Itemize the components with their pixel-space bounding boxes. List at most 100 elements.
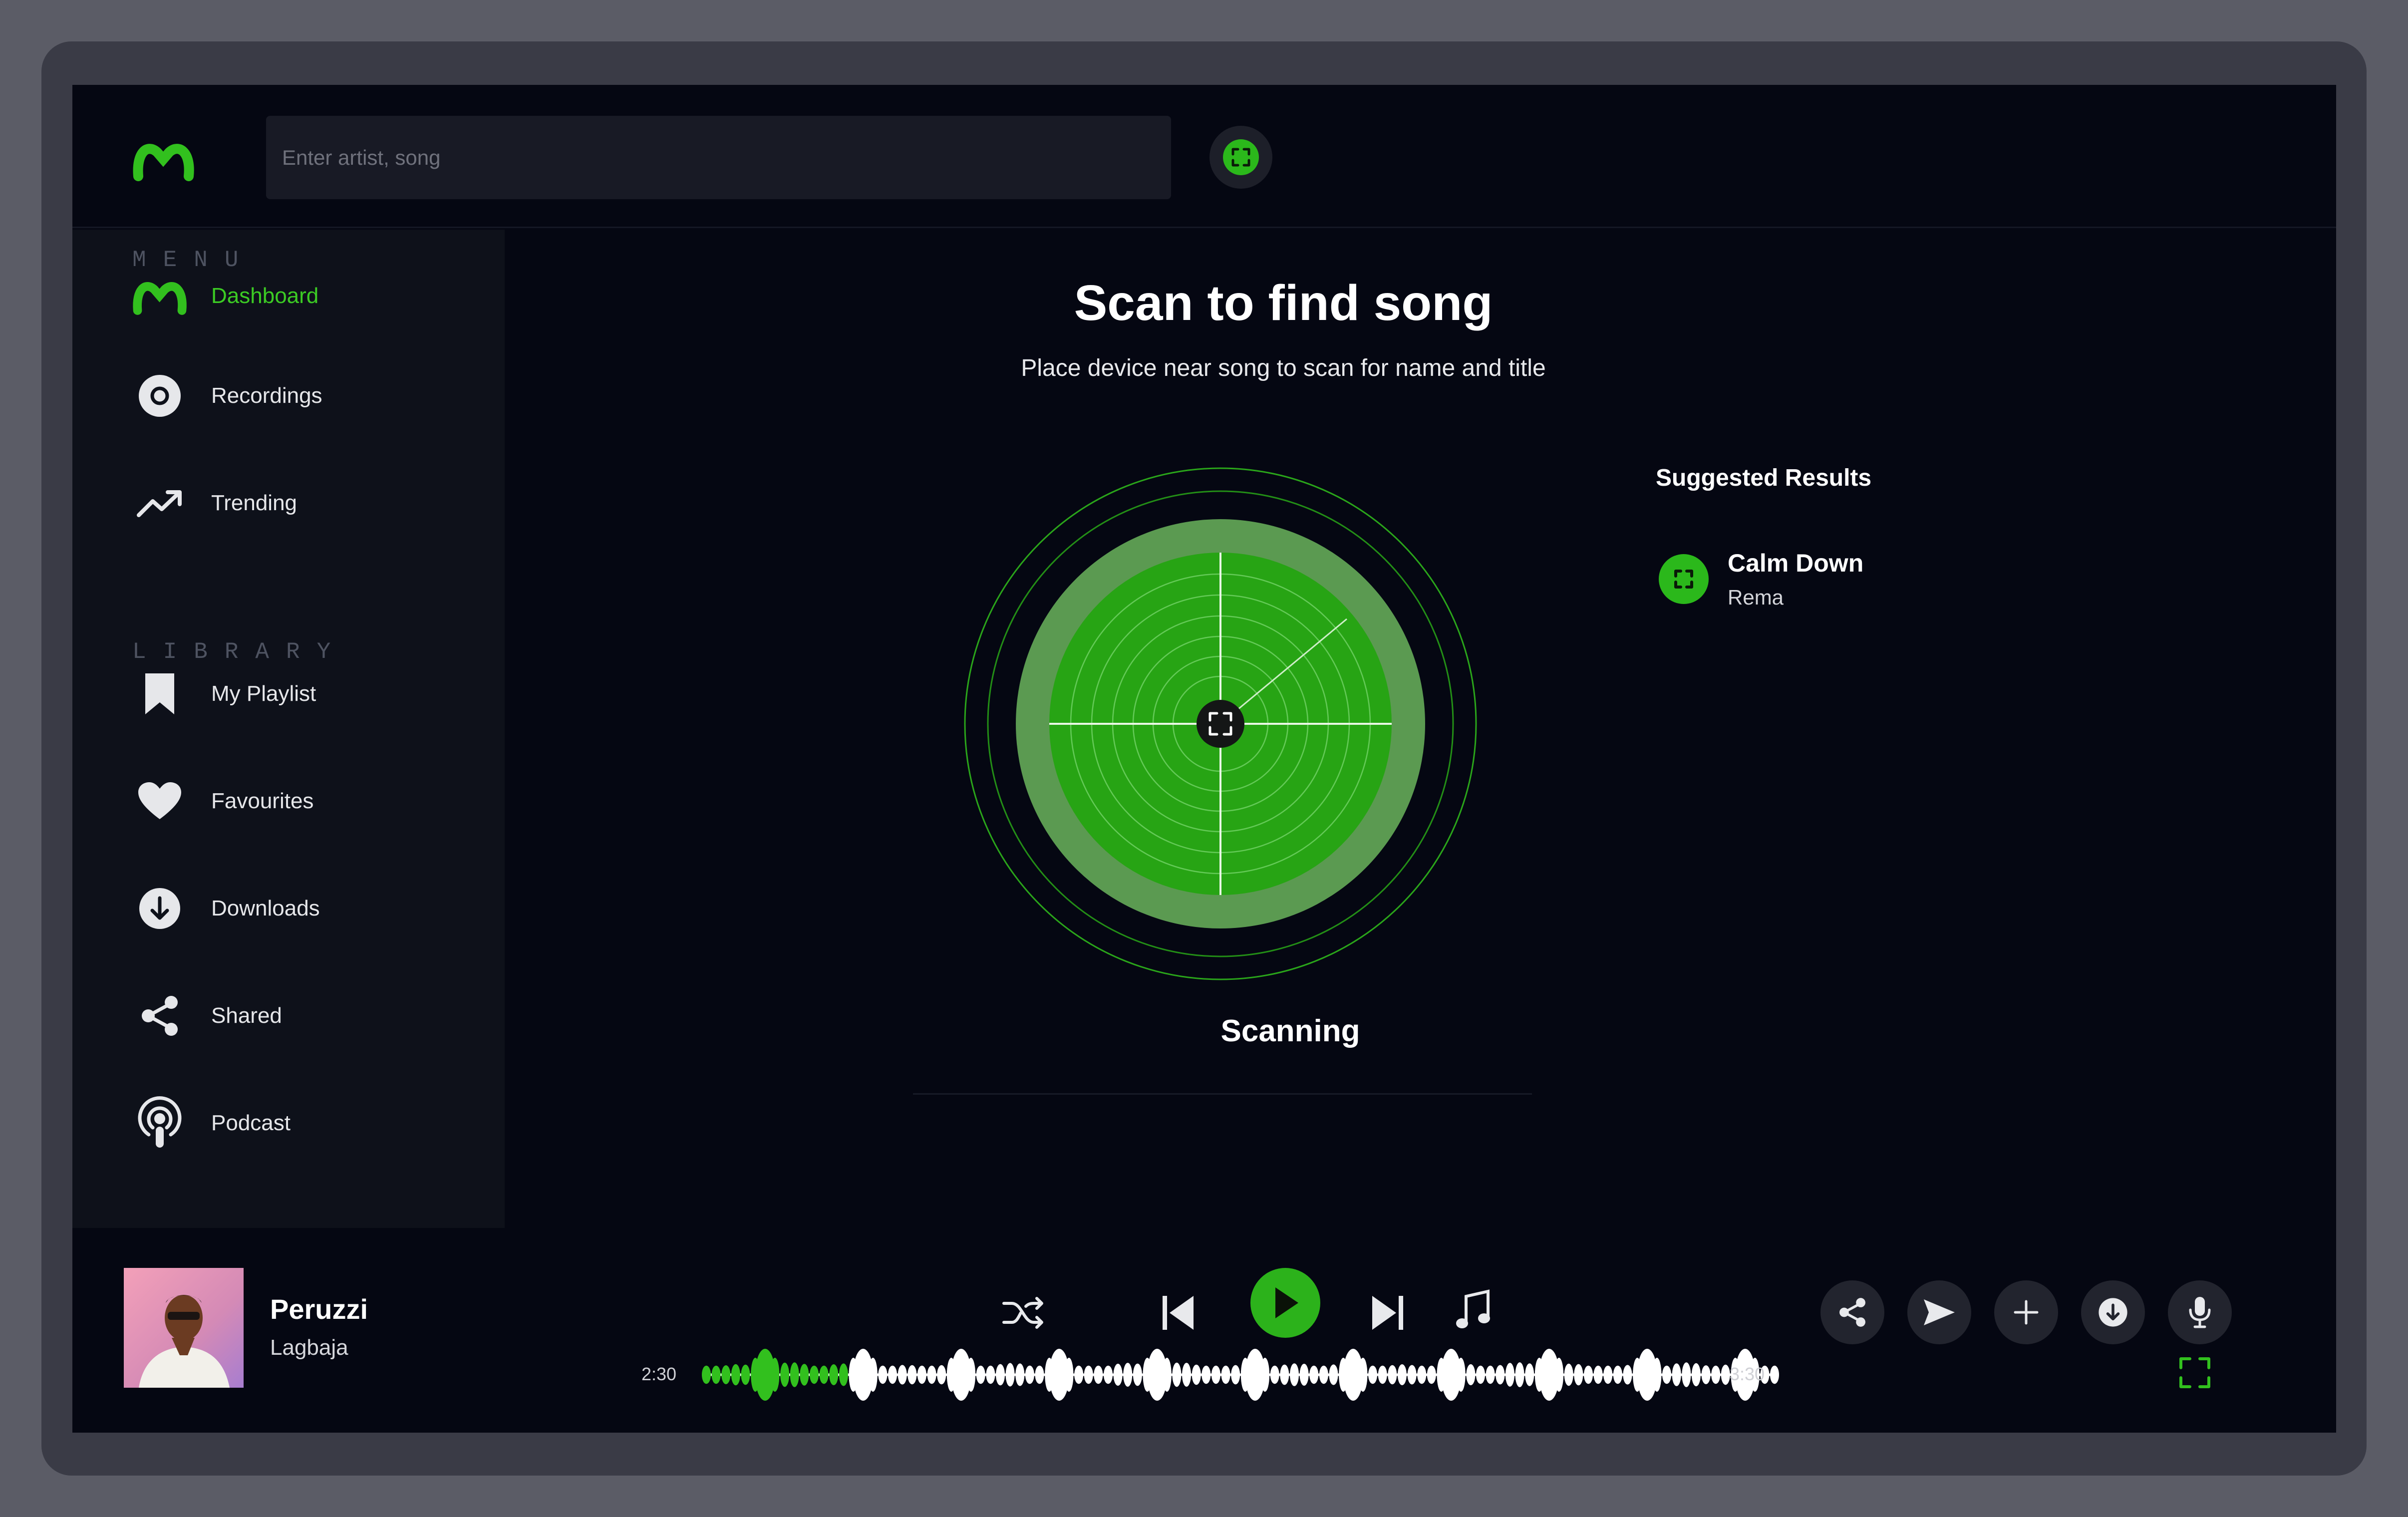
play-button[interactable] <box>1250 1268 1320 1338</box>
waveform-bar <box>1358 1358 1368 1392</box>
waveform-bar <box>1505 1363 1514 1387</box>
microphone-button[interactable] <box>2168 1280 2232 1344</box>
waveform-bar <box>1280 1364 1289 1385</box>
suggested-song-title: Calm Down <box>1728 549 1864 577</box>
waveform-bar <box>1721 1364 1730 1385</box>
podcast-icon <box>138 1096 182 1148</box>
waveform-bar <box>1084 1365 1093 1384</box>
waveform-bar <box>1554 1358 1564 1392</box>
waveform-bar <box>702 1365 711 1384</box>
waveform-bar <box>937 1365 946 1385</box>
previous-icon <box>1163 1296 1194 1330</box>
sidebar-item-dashboard[interactable]: Dashboard <box>132 269 482 323</box>
waveform-bar <box>1486 1365 1495 1384</box>
waveform-bar <box>1770 1365 1779 1384</box>
scan-button[interactable] <box>1209 126 1272 189</box>
sidebar-item-label: Dashboard <box>211 284 319 308</box>
plus-icon <box>2014 1300 2039 1325</box>
waveform-bar <box>898 1365 907 1385</box>
add-button[interactable] <box>1994 1280 2058 1344</box>
waveform-bar <box>1407 1365 1417 1385</box>
bookmark-icon <box>145 673 174 714</box>
waveform-bar <box>1035 1365 1044 1384</box>
m-logo-icon <box>133 282 187 315</box>
time-total: 3:30 <box>1730 1364 1765 1384</box>
share-button[interactable] <box>1820 1280 1884 1344</box>
waveform-bar <box>1319 1365 1328 1384</box>
next-button[interactable] <box>1360 1285 1415 1340</box>
waveform-bar <box>1603 1365 1613 1384</box>
suggested-song-artist: Rema <box>1728 586 1784 609</box>
shuffle-button[interactable] <box>996 1285 1051 1340</box>
waveform-bar <box>1202 1365 1211 1384</box>
waveform-bar <box>741 1364 750 1385</box>
waveform-bar <box>780 1362 790 1387</box>
share-icon <box>1839 1298 1865 1327</box>
waveform-bar <box>1329 1364 1338 1385</box>
suggested-results-title: Suggested Results <box>1656 465 1872 491</box>
waveform-bar <box>1104 1365 1113 1384</box>
lyrics-button[interactable] <box>1445 1283 1500 1338</box>
waveform-bar <box>819 1365 829 1384</box>
waveform-bar <box>1005 1363 1015 1387</box>
sidebar: MENU Dashboard Recordings Trending LIBRA… <box>72 230 505 1228</box>
album-art <box>124 1268 244 1388</box>
waveform-bar <box>1064 1358 1074 1392</box>
send-button[interactable] <box>1907 1280 1971 1344</box>
waveform-bar <box>878 1365 888 1384</box>
waveform-bar <box>1682 1362 1691 1387</box>
waveform-bar <box>1015 1363 1025 1386</box>
waveform-bar <box>986 1365 995 1384</box>
waveform-bar <box>1231 1365 1240 1385</box>
scan-status: Scanning <box>1220 1014 1360 1048</box>
waveform-bar <box>1417 1365 1427 1384</box>
sidebar-item-label: Favourites <box>211 789 314 813</box>
waveform-bar <box>1221 1365 1230 1384</box>
waveform-bar <box>1388 1365 1397 1385</box>
waveform-bar <box>1593 1365 1603 1384</box>
sidebar-item-shared[interactable]: Shared <box>132 988 482 1043</box>
waveform-bar <box>1123 1363 1133 1387</box>
sidebar-item-podcast[interactable]: Podcast <box>132 1096 482 1151</box>
waveform-bar <box>1662 1365 1671 1384</box>
waveform-bar <box>1672 1363 1681 1386</box>
waveform-bar <box>1525 1363 1534 1386</box>
waveform-bar <box>1515 1362 1524 1387</box>
sidebar-item-favourites[interactable]: Favourites <box>132 774 482 829</box>
radar-scanner <box>964 467 1477 980</box>
heart-icon <box>138 782 181 819</box>
search-input[interactable] <box>266 116 1171 199</box>
sidebar-item-label: Downloads <box>211 896 320 920</box>
download-button[interactable] <box>2081 1280 2145 1344</box>
waveform-bar <box>1701 1365 1711 1384</box>
sidebar-item-downloads[interactable]: Downloads <box>132 881 482 936</box>
waveform-bar <box>770 1358 780 1392</box>
waveform-bar <box>917 1365 926 1384</box>
waveform-bar <box>1162 1358 1172 1392</box>
waveform-bar <box>1211 1365 1220 1384</box>
waveform-bar <box>1378 1365 1387 1384</box>
waveform-bar <box>1496 1365 1505 1385</box>
scan-icon[interactable] <box>1197 700 1244 748</box>
previous-button[interactable] <box>1151 1285 1205 1340</box>
waveform-bar <box>790 1362 799 1387</box>
waveform-bar <box>888 1365 897 1384</box>
waveform-bar <box>1613 1365 1622 1384</box>
sidebar-item-label: Recordings <box>211 383 322 408</box>
page-subtitle: Place device near song to scan for name … <box>1021 355 1546 381</box>
send-icon <box>1924 1299 1955 1325</box>
scan-icon <box>1674 570 1693 589</box>
m-logo-icon[interactable] <box>132 137 195 182</box>
share-icon <box>142 996 178 1036</box>
sidebar-item-trending[interactable]: Trending <box>132 476 482 531</box>
now-playing-title: Peruzzi <box>270 1293 368 1325</box>
sidebar-item-my-playlist[interactable]: My Playlist <box>132 666 482 721</box>
scan-icon[interactable] <box>2175 1353 2215 1393</box>
waveform-bar <box>731 1364 740 1386</box>
sidebar-item-recordings[interactable]: Recordings <box>132 368 482 423</box>
page-title: Scan to find song <box>1074 275 1493 331</box>
waveform-bar <box>996 1364 1005 1386</box>
waveform-bar <box>1476 1365 1485 1384</box>
suggested-result-item[interactable]: Calm Down Rema <box>1659 542 2008 616</box>
progress-waveform[interactable] <box>696 1340 1785 1410</box>
